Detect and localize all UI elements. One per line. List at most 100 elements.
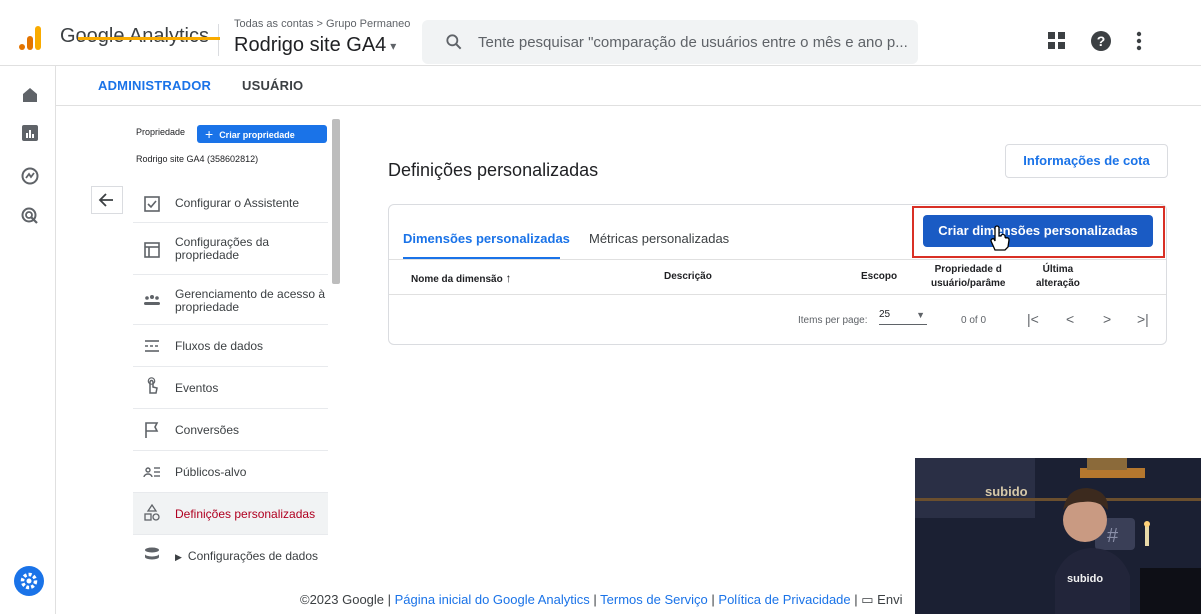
nav-item-label: Fluxos de dados [175,339,264,353]
analytics-admin-screen: Google Analytics Todas as contas > Grupo… [0,0,1201,614]
footer-separator: | [384,592,395,607]
left-nav-rail [0,66,56,614]
gear-icon [20,572,38,590]
shapes-icon [144,504,160,521]
plus-icon: + [205,126,214,142]
column-header-last-changed[interactable]: Última alteração [1036,263,1080,291]
footer: ©2023 Google | Página inicial do Google … [300,592,902,608]
nav-item-data-streams[interactable]: Fluxos de dados [133,325,328,367]
property-settings-icon [144,242,160,258]
tab-administrador[interactable]: ADMINISTRADOR [98,78,211,93]
tab-custom-metrics[interactable]: Métricas personalizadas [589,231,729,246]
property-label: Propriedade [136,127,186,137]
column-header-property[interactable]: Propriedade d usuário/parâme [931,263,1005,291]
footer-separator: | [589,592,601,607]
nav-item-label: Públicos-alvo [175,465,247,479]
top-bar: Google Analytics Todas as contas > Grupo… [0,0,1201,66]
nav-item-conversions[interactable]: Conversões [133,409,328,451]
arrow-left-icon [98,193,113,207]
svg-text:?: ? [1097,33,1106,49]
wall-sign-text: subido [985,484,1028,499]
apps-grid-icon[interactable] [1046,30,1068,52]
nav-item-label: Definições personalizadas [175,507,316,521]
footer-privacy-link[interactable]: Política de Privacidade [718,592,850,607]
nav-item-label: Configurações da propriedade [175,235,270,262]
panel-scrollbar[interactable] [332,119,340,284]
footer-separator: | [850,592,862,607]
column-property-line1: Propriedade d [934,264,1002,275]
webcam-scene: # subido subido [915,458,1201,614]
tab-custom-dimensions[interactable]: Dimensões personalizadas [403,231,570,246]
audience-icon [143,467,160,478]
feedback-icon: ▭ [861,592,878,607]
help-icon[interactable]: ? [1090,30,1112,52]
database-icon [145,547,159,560]
expand-arrow-icon: ▶ [175,552,182,562]
nav-item-audiences[interactable]: Públicos-alvo [133,451,328,493]
tab-usuario[interactable]: USUÁRIO [242,78,303,93]
last-page-icon[interactable]: >| [1137,311,1149,327]
next-page-icon[interactable]: > [1103,311,1111,327]
admin-tabs: ADMINISTRADOR USUÁRIO [56,66,1201,106]
explore-icon[interactable] [21,167,39,185]
first-page-icon[interactable]: |< [1027,311,1039,327]
highlight-box [912,206,1165,258]
nav-item-events[interactable]: Eventos [133,367,328,409]
column-last-line2: alteração [1036,278,1080,289]
table-header-divider [389,294,1166,295]
home-icon[interactable] [21,86,39,104]
property-id: Rodrigo site GA4 (358602812) [136,154,259,164]
dropdown-caret-icon: ▼ [916,310,925,320]
search-input[interactable] [478,20,908,64]
feedback-label: Envi [877,592,903,607]
previous-page-icon[interactable]: < [1066,311,1074,327]
column-last-line1: Última [1042,264,1074,275]
hand-cursor-icon [990,225,1010,251]
nav-item-label: Eventos [175,381,219,395]
nav-item-data-settings[interactable]: ▶ Configurações de dados [133,535,328,577]
nav-item-setup-assistant[interactable]: Configurar o Assistente [133,183,328,223]
svg-text:#: # [1107,525,1119,547]
footer-terms-link[interactable]: Termos de Serviço [600,592,708,607]
admin-gear-button[interactable] [14,566,44,596]
active-tab-indicator [78,37,220,40]
property-name: Rodrigo site GA4 [234,34,387,56]
items-per-page-label: Items per page: [798,315,868,326]
google-analytics-logo[interactable] [19,24,41,50]
nav-item-access-management[interactable]: Gerenciamento de acesso à propriedade [133,275,328,325]
account-breadcrumb[interactable]: Todas as contas > Grupo Permaneo [234,18,410,30]
checkbox-icon [144,196,160,212]
pagination-range: 0 of 0 [961,315,987,326]
nav-item-label: Configurar o Assistente [175,196,300,210]
column-property-line2: usuário/parâme [931,278,1006,289]
more-vert-icon[interactable] [1128,30,1150,52]
reports-icon[interactable] [21,124,39,142]
property-selector[interactable]: Rodrigo site GA4 ▾ [234,34,396,57]
arrow-up-icon: ↑ [505,271,512,285]
items-per-page-value: 25 [879,309,891,320]
advertising-icon[interactable] [21,207,39,225]
touch-icon [147,377,158,394]
column-header-description[interactable]: Descrição [664,271,712,282]
nav-item-label: Conversões [175,423,240,437]
nav-item-property-settings[interactable]: Configurações da propriedade [133,223,328,275]
create-property-label: Criar propriedade [219,130,295,140]
quota-info-button[interactable]: Informações de cota [1005,144,1168,178]
column-header-scope[interactable]: Escopo [861,271,897,282]
search-bar[interactable] [422,20,918,64]
footer-separator: | [707,592,719,607]
caret-down-icon: ▾ [390,38,397,53]
items-per-page-select[interactable]: 25 ▼ [879,309,927,325]
card-divider [389,259,1166,260]
collapse-panel-button[interactable] [91,186,123,214]
feedback-link[interactable]: ▭ Envi [861,592,902,607]
search-icon [446,34,462,50]
nav-item-custom-definitions[interactable]: Definições personalizadas [133,493,328,535]
nav-item-text: Configurações de dados [187,549,319,563]
shirt-text: subido [1067,573,1103,585]
page-title: Definições personalizadas [388,160,599,180]
footer-home-link[interactable]: Página inicial do Google Analytics [395,592,590,607]
create-property-button[interactable]: + Criar propriedade [197,125,327,143]
data-streams-icon [145,340,159,352]
column-header-name[interactable]: Nome da dimensão ↑ [411,271,511,285]
